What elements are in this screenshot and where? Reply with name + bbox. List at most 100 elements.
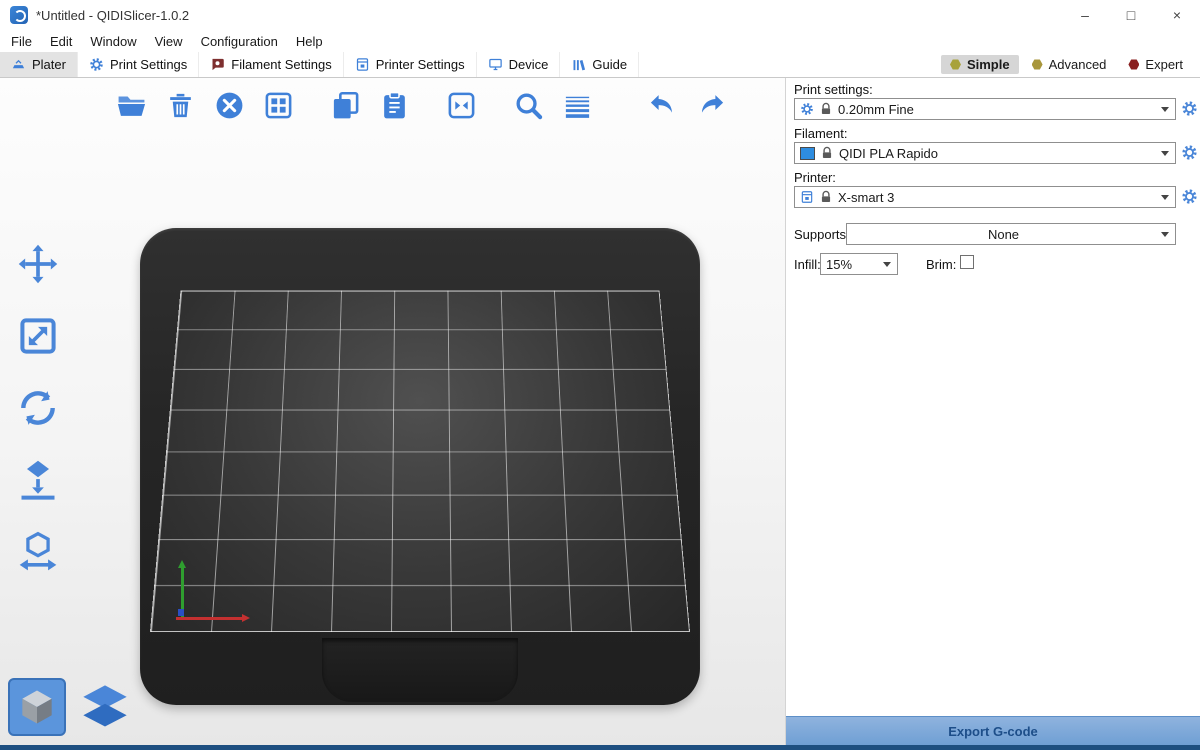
infill-select[interactable]: 15% — [820, 253, 898, 275]
place-on-face-button[interactable] — [10, 454, 66, 506]
supports-value: None — [988, 227, 1019, 242]
copy-icon — [330, 90, 361, 121]
undo-button[interactable] — [643, 86, 681, 124]
delete-button[interactable] — [161, 86, 199, 124]
tab-device-label: Device — [509, 57, 549, 72]
redo-icon — [696, 90, 727, 121]
tab-plater[interactable]: Plater — [0, 52, 78, 77]
maximize-button[interactable]: □ — [1108, 0, 1154, 30]
main-area: Print settings: 0.20mm Fine Filament: QI… — [0, 78, 1200, 745]
split-icon — [446, 90, 477, 121]
infill-value: 15% — [826, 257, 852, 272]
scale-button[interactable] — [10, 310, 66, 362]
arrange-button[interactable] — [259, 86, 297, 124]
tab-printer-settings[interactable]: Printer Settings — [344, 52, 477, 77]
measure-button[interactable] — [10, 526, 66, 578]
window-controls: – □ × — [1062, 0, 1200, 30]
gear-icon — [1181, 100, 1198, 117]
3d-editor-view-button[interactable] — [8, 678, 66, 736]
printer-bed-handle — [322, 638, 518, 702]
lock-icon — [820, 146, 834, 160]
mode-expert[interactable]: Expert — [1119, 55, 1192, 74]
menu-configuration[interactable]: Configuration — [192, 34, 287, 49]
search-button[interactable] — [509, 86, 547, 124]
measure-icon — [16, 530, 60, 574]
search-icon — [513, 90, 544, 121]
device-icon — [488, 57, 503, 72]
printer-gear-button[interactable] — [1181, 188, 1198, 205]
filament-value: QIDI PLA Rapido — [839, 146, 938, 161]
paste-button[interactable] — [375, 86, 413, 124]
lock-icon — [819, 102, 833, 116]
menu-file[interactable]: File — [2, 34, 41, 49]
redo-button[interactable] — [692, 86, 730, 124]
print-settings-value: 0.20mm Fine — [838, 102, 914, 117]
mode-simple[interactable]: Simple — [941, 55, 1019, 74]
minimize-button[interactable]: – — [1062, 0, 1108, 30]
tab-guide-label: Guide — [592, 57, 627, 72]
menu-window[interactable]: Window — [81, 34, 145, 49]
infill-label: Infill: — [794, 257, 821, 272]
filament-select[interactable]: QIDI PLA Rapido — [794, 142, 1176, 164]
gear-icon — [89, 57, 104, 72]
x-axis-indicator — [176, 617, 242, 620]
delete-all-button[interactable] — [210, 86, 248, 124]
tab-device[interactable]: Device — [477, 52, 561, 77]
printer-select[interactable]: X-smart 3 — [794, 186, 1176, 208]
viewport-toolbar — [112, 86, 730, 124]
tab-print-settings[interactable]: Print Settings — [78, 52, 199, 77]
delete-all-icon — [214, 90, 245, 121]
variable-layer-height-icon — [562, 90, 593, 121]
copy-button[interactable] — [326, 86, 364, 124]
mode-switcher: Simple Advanced Expert — [941, 52, 1200, 77]
chevron-down-icon — [1161, 107, 1169, 112]
rotate-button[interactable] — [10, 382, 66, 434]
gizmo-toolbar — [10, 238, 66, 578]
open-folder-button[interactable] — [112, 86, 150, 124]
printer-label: Printer: — [794, 170, 836, 185]
lock-icon — [819, 190, 833, 204]
mode-advanced[interactable]: Advanced — [1023, 55, 1116, 74]
qidislicer-window: *Untitled - QIDISlicer-1.0.2 – □ × File … — [0, 0, 1200, 750]
move-icon — [16, 242, 60, 286]
gear-icon — [800, 102, 814, 116]
tabbar: Plater Print Settings Filament Settings … — [0, 52, 1200, 78]
filament-icon — [210, 57, 225, 72]
advanced-mode-icon — [1032, 59, 1043, 70]
print-settings-label: Print settings: — [794, 82, 873, 97]
variable-layer-height-button[interactable] — [558, 86, 596, 124]
supports-select[interactable]: None — [846, 223, 1176, 245]
print-settings-gear-button[interactable] — [1181, 100, 1198, 117]
filament-gear-button[interactable] — [1181, 144, 1198, 161]
preview-layers-button[interactable] — [76, 678, 134, 736]
chevron-down-icon — [883, 262, 891, 267]
bottom-strip — [0, 745, 1200, 750]
titlebar: *Untitled - QIDISlicer-1.0.2 – □ × — [0, 0, 1200, 30]
printer-value: X-smart 3 — [838, 190, 894, 205]
export-gcode-label: Export G-code — [948, 724, 1038, 739]
brim-label: Brim: — [926, 257, 956, 272]
menu-view[interactable]: View — [146, 34, 192, 49]
print-bed-grid[interactable] — [150, 290, 690, 632]
rotate-icon — [16, 386, 60, 430]
print-settings-select[interactable]: 0.20mm Fine — [794, 98, 1176, 120]
close-button[interactable]: × — [1154, 0, 1200, 30]
menu-edit[interactable]: Edit — [41, 34, 81, 49]
simple-mode-icon — [950, 59, 961, 70]
tab-printer-settings-label: Printer Settings — [376, 57, 465, 72]
tab-guide[interactable]: Guide — [560, 52, 639, 77]
settings-panel: Print settings: 0.20mm Fine Filament: QI… — [785, 78, 1200, 745]
guide-icon — [571, 57, 586, 72]
filament-label: Filament: — [794, 126, 847, 141]
move-button[interactable] — [10, 238, 66, 290]
3d-viewport[interactable] — [0, 78, 785, 745]
menu-help[interactable]: Help — [287, 34, 332, 49]
chevron-down-icon — [1161, 151, 1169, 156]
paste-icon — [379, 90, 410, 121]
open-folder-icon — [116, 90, 147, 121]
tab-filament-settings[interactable]: Filament Settings — [199, 52, 343, 77]
export-gcode-button[interactable]: Export G-code — [786, 716, 1200, 745]
gear-icon — [1181, 144, 1198, 161]
brim-checkbox[interactable] — [960, 255, 974, 269]
split-button[interactable] — [442, 86, 480, 124]
